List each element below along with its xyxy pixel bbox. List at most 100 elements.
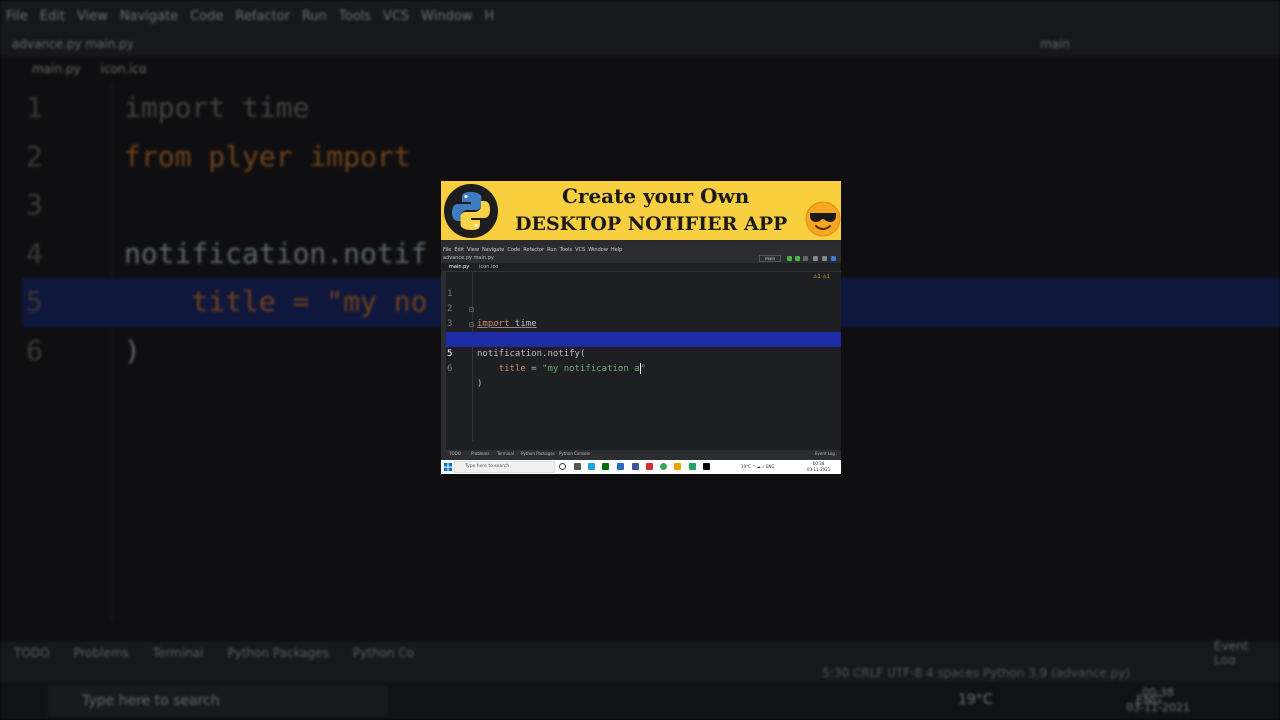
code-kwarg-title: title xyxy=(498,364,526,374)
video-panel: Create your Own DESKTOP NOTIFIER APP Fil… xyxy=(441,181,841,474)
taskbar-tray: 19°C ⌃ ☁ ♪ ENG xyxy=(741,460,775,474)
bg-tool-terminal: Terminal xyxy=(152,646,204,660)
menu-window[interactable]: Window xyxy=(588,247,608,253)
tool-event-log[interactable]: Event Log xyxy=(815,450,835,458)
menu-vcs[interactable]: VCS xyxy=(575,247,585,253)
bg-menu-navigate: Navigate xyxy=(119,8,179,24)
video-frame: File Edit View Navigate Code Refactor Ru… xyxy=(0,0,1280,720)
task-view-icon[interactable] xyxy=(574,463,581,470)
debug-icon[interactable] xyxy=(795,256,800,261)
bg-tool-windows: TODO Problems Terminal Python Packages P… xyxy=(0,639,1280,667)
bg-menu-file: File xyxy=(6,8,28,24)
menu-view[interactable]: View xyxy=(467,247,479,253)
windows-taskbar: Type here to search 19°C ⌃ ☁ ♪ ENG 00:38… xyxy=(441,460,841,474)
python-logo-icon xyxy=(444,184,498,238)
excel-icon[interactable] xyxy=(689,463,696,470)
bg-code-line: 2 from plyer import xyxy=(22,133,1280,182)
cortana-icon[interactable] xyxy=(559,463,566,470)
code-line-1[interactable]: 1 ⊟ import time xyxy=(446,272,841,329)
bg-menu-vcs: VCS xyxy=(382,8,410,24)
edge-icon[interactable] xyxy=(588,463,595,470)
bg-tool-problems: Problems xyxy=(73,646,129,660)
ide-window: File Edit View Navigate Code Refactor Ru… xyxy=(441,245,841,458)
bg-menu-tools: Tools xyxy=(338,8,371,24)
taskbar-clock[interactable]: 00:38 03-11-2021 xyxy=(807,461,830,473)
bg-menu-view: View xyxy=(76,8,108,24)
bg-tool-packages: Python Packages xyxy=(227,646,329,660)
bg-temperature: 19°C xyxy=(958,692,993,708)
menu-help[interactable]: Help xyxy=(611,247,622,253)
bg-line-text: ) xyxy=(124,333,141,367)
xbox-icon[interactable] xyxy=(602,463,609,470)
tab-main-py[interactable]: main.py xyxy=(449,263,469,272)
tool-python-console[interactable]: Python Console xyxy=(559,450,590,458)
bg-line-number: 6 xyxy=(26,333,43,367)
bg-menu-refactor: Refactor xyxy=(235,8,290,24)
menu-edit[interactable]: Edit xyxy=(454,247,464,253)
code-line-5-current[interactable]: 5 title = "my notification a" xyxy=(446,332,841,374)
code-line-2[interactable]: 2 ⊟ from plyer import notification xyxy=(446,287,841,344)
menu-code[interactable]: Code xyxy=(507,247,520,253)
title-banner: Create your Own DESKTOP NOTIFIER APP xyxy=(441,181,841,240)
bg-tabs: main.py icon.ico xyxy=(22,58,156,80)
breadcrumb-text[interactable]: advance.py main.py xyxy=(443,255,494,261)
code-operator: = xyxy=(525,364,543,374)
run-config-select[interactable]: main xyxy=(759,255,781,262)
windows-start-icon[interactable] xyxy=(444,463,452,471)
bg-date: 03-11-2021 xyxy=(1126,701,1190,714)
bg-line-text: title = "my no xyxy=(124,285,428,318)
code-line-4[interactable]: 4 notification.notify( xyxy=(446,317,841,359)
bg-line-number: 5 xyxy=(26,285,43,318)
bg-menu-code: Code xyxy=(190,8,224,24)
bg-status-bar: 5:30 CRLF UTF-8 4 spaces Python 3.9 (adv… xyxy=(0,664,1280,682)
taskbar-search-input[interactable]: Type here to search xyxy=(454,461,555,473)
menu-tools[interactable]: Tools xyxy=(560,247,572,253)
bg-menu-run: Run xyxy=(301,8,327,24)
bg-menubar: File Edit View Navigate Code Refactor Ru… xyxy=(0,0,1280,32)
ide-breadcrumb: advance.py main.py main xyxy=(441,254,841,263)
explorer-icon[interactable] xyxy=(674,463,681,470)
tab-icon-ico[interactable]: icon.ico xyxy=(479,263,498,272)
menu-refactor[interactable]: Refactor xyxy=(523,247,544,253)
bg-tool-console: Python Co xyxy=(352,646,415,660)
search-icon[interactable] xyxy=(813,256,818,261)
sunglasses-emoji-icon xyxy=(805,201,841,237)
bg-tab-main: main.py xyxy=(32,62,81,76)
bg-line-number: 3 xyxy=(26,188,43,221)
bg-tool-todo: TODO xyxy=(14,646,50,660)
tool-terminal[interactable]: Terminal xyxy=(497,450,514,458)
line-text: ) xyxy=(477,379,483,389)
menu-run[interactable]: Run xyxy=(547,247,557,253)
stop-icon[interactable] xyxy=(803,256,808,261)
tray-icons[interactable]: ⌃ ☁ ♪ ENG xyxy=(752,464,774,469)
editor-tabs: main.py icon.ico xyxy=(441,263,841,272)
gear-icon[interactable] xyxy=(822,256,827,261)
store-icon[interactable] xyxy=(617,463,624,470)
chrome-icon[interactable] xyxy=(660,463,667,470)
mail-icon[interactable] xyxy=(632,463,639,470)
code-line-6[interactable]: 6 ) xyxy=(446,347,841,389)
bg-line-text: from plyer import xyxy=(124,139,411,173)
bg-line-number: 1 xyxy=(26,91,43,124)
bg-status-text: 5:30 CRLF UTF-8 4 spaces Python 3.9 (adv… xyxy=(822,666,1130,680)
bg-line-number: 4 xyxy=(26,236,43,270)
bg-event-log: Event Log xyxy=(1214,639,1249,667)
weather-temperature[interactable]: 19°C xyxy=(741,464,751,469)
menu-file[interactable]: File xyxy=(443,247,451,253)
bg-menu-window: Window xyxy=(421,8,473,24)
bg-line-text: import time xyxy=(124,91,310,124)
bg-menu-help: H xyxy=(484,8,495,24)
tool-problems[interactable]: Problems xyxy=(471,450,489,458)
bg-clock: 00:38 03-11-2021 xyxy=(1126,685,1190,715)
run-icon[interactable] xyxy=(787,256,792,261)
bg-taskbar-search: Type here to search xyxy=(48,686,388,716)
menu-navigate[interactable]: Navigate xyxy=(482,247,504,253)
code-string-close: " xyxy=(640,364,647,374)
tool-todo[interactable]: TODO xyxy=(449,450,461,458)
jetbrains-icon[interactable] xyxy=(831,256,836,261)
code-line-3[interactable]: 3 xyxy=(446,302,841,329)
pycharm-icon[interactable] xyxy=(703,463,710,470)
tool-python-packages[interactable]: Python Packages xyxy=(521,450,555,458)
banner-title-line1: Create your Own xyxy=(562,184,750,208)
opera-icon[interactable] xyxy=(646,463,653,470)
